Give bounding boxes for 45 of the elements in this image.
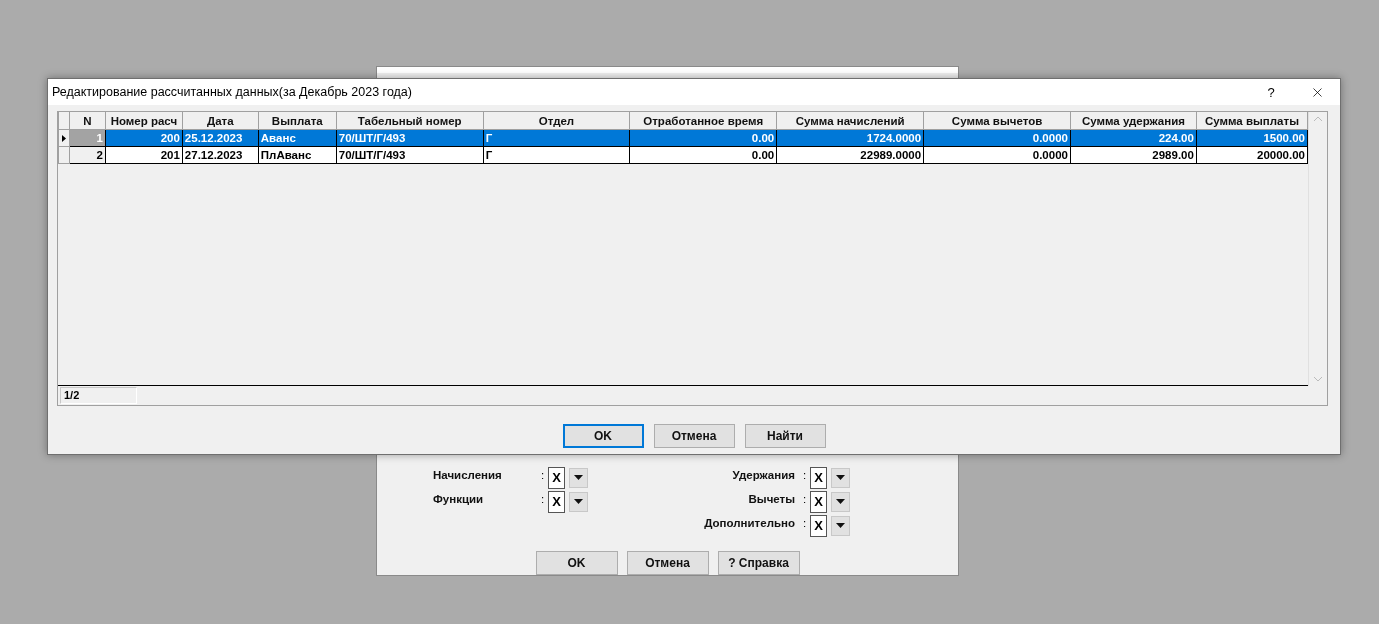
dialog-button[interactable]: ? Справка <box>717 551 800 575</box>
column-header[interactable]: Дата <box>182 112 259 130</box>
dialog-button[interactable]: OK <box>535 551 618 575</box>
filter-label: Функции <box>433 492 485 505</box>
caret-icon <box>836 499 845 504</box>
dialog-button[interactable]: Отмена <box>653 424 735 448</box>
caret-icon <box>836 475 845 480</box>
column-header[interactable]: Табельный номер <box>336 112 484 130</box>
caret-icon <box>574 475 583 480</box>
colon: : <box>539 492 546 505</box>
filter-field[interactable]: X <box>548 466 565 489</box>
column-header[interactable]: Сумма вычетов <box>923 112 1071 130</box>
colon: : <box>539 468 546 481</box>
dropdown-button[interactable] <box>831 515 850 536</box>
dialog-button[interactable]: Отмена <box>626 551 709 575</box>
help-button[interactable]: ? <box>1248 79 1294 105</box>
filter-label: Начисления <box>433 468 503 481</box>
column-header[interactable]: Сумма начислений <box>776 112 924 130</box>
filter-label: Дополнительно <box>704 516 795 529</box>
dropdown-button[interactable] <box>831 467 850 488</box>
column-header[interactable]: Отдел <box>483 112 630 130</box>
dropdown-button[interactable] <box>569 491 588 512</box>
window-title: Редактирование рассчитанных данных(за Декабрь 2023 года) <box>52 85 413 99</box>
filter-field[interactable]: X <box>810 490 827 513</box>
caret-icon <box>836 523 845 528</box>
colon: : <box>801 516 808 529</box>
colon: : <box>801 492 808 505</box>
column-header[interactable]: Номер расч <box>105 112 183 130</box>
dropdown-button[interactable] <box>831 491 850 512</box>
column-header[interactable]: Выплата <box>258 112 337 130</box>
dialog-button[interactable]: OK <box>562 424 644 448</box>
dialog-button[interactable]: Найти <box>744 424 826 448</box>
caret-icon <box>574 499 583 504</box>
filter-field[interactable]: X <box>548 490 565 513</box>
record-counter: 1/2 <box>60 387 137 404</box>
column-header[interactable]: Отработанное время <box>629 112 777 130</box>
column-header[interactable]: Сумма удержания <box>1070 112 1197 130</box>
filter-label: Удержания <box>732 468 795 481</box>
column-header[interactable]: N <box>69 112 106 130</box>
colon: : <box>801 468 808 481</box>
column-header[interactable]: Сумма выплаты <box>1196 112 1308 130</box>
filter-field[interactable]: X <box>810 466 827 489</box>
filter-field[interactable]: X <box>810 514 827 537</box>
dropdown-button[interactable] <box>569 467 588 488</box>
filter-label: Вычеты <box>748 492 795 505</box>
